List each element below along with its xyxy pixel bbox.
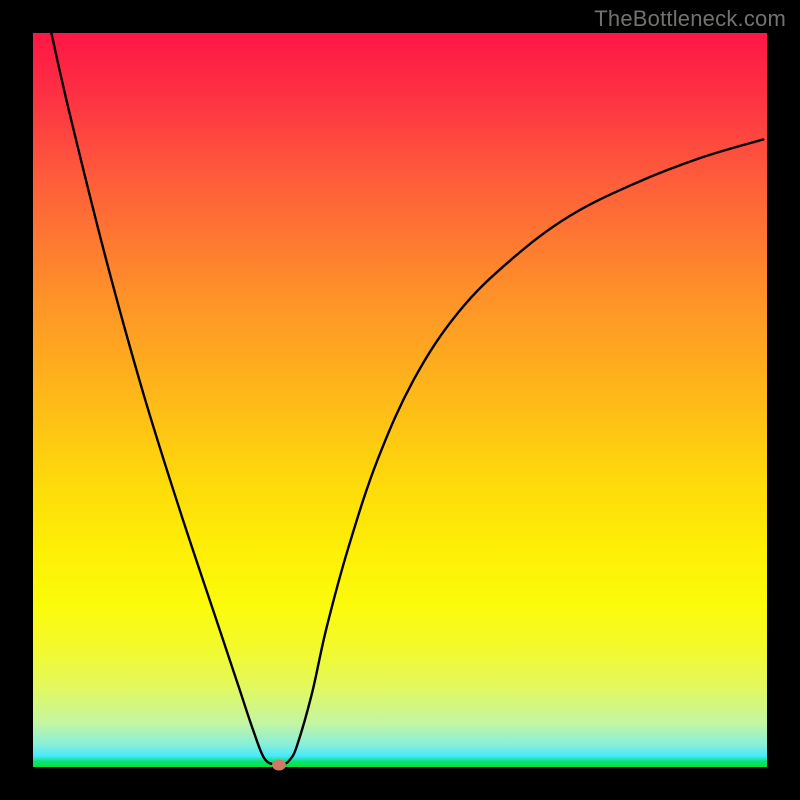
plot-area [33,33,767,767]
chart-frame: TheBottleneck.com [0,0,800,800]
bottleneck-curve-path [51,33,763,766]
minimum-marker [272,759,286,770]
curve-svg [33,33,767,767]
watermark-text: TheBottleneck.com [594,6,786,32]
